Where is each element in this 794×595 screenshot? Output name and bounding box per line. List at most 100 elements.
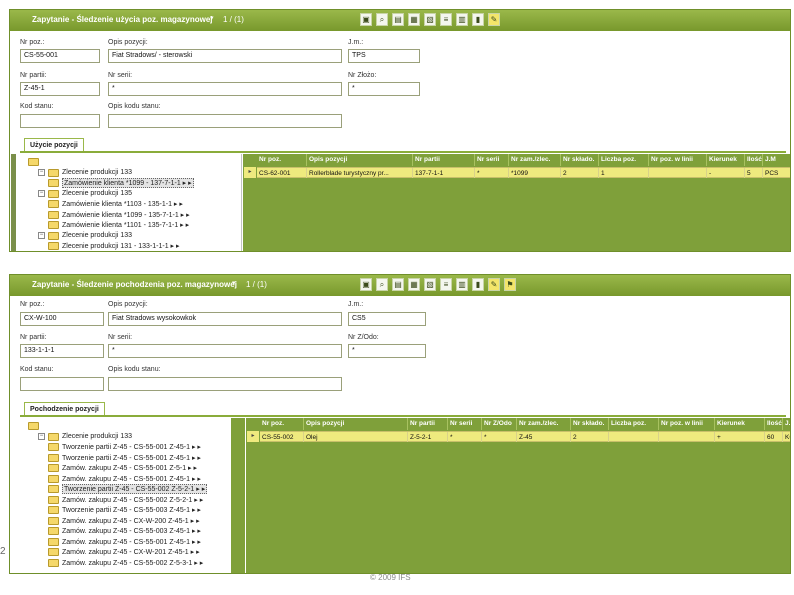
tree-node[interactable]: Zamówienie klienta *1099 - 135-7-1-1 ▸ ▸ <box>48 210 190 220</box>
column-header[interactable]: Liczba poz. <box>609 418 659 430</box>
column-header[interactable]: J.M <box>763 154 790 166</box>
column-header[interactable]: Nr Z/Odo <box>482 418 517 430</box>
tree-node[interactable]: − Zlecenie produkcji 133 <box>38 432 132 442</box>
tree-node[interactable]: Tworzenie partii Z-45 - CS-55-001 Z-45-1… <box>48 442 201 452</box>
column-header[interactable]: Nr składo. <box>571 418 609 430</box>
expand-toggle-icon[interactable]: − <box>38 232 45 239</box>
delete-icon[interactable]: ▦ <box>408 278 420 291</box>
column-header[interactable]: Nr serii <box>475 154 509 166</box>
column-header[interactable]: Nr zam./zlec. <box>509 154 561 166</box>
nr-zlozo-field[interactable]: * <box>348 344 426 358</box>
column-header[interactable]: Nr składo. <box>561 154 599 166</box>
column-header[interactable]: Opis pozycji <box>304 418 408 430</box>
tree-node[interactable]: Zamów. zakupu Z-45 - CS-55-001 Z-5-1 ▸ ▸ <box>48 463 197 473</box>
notes-icon[interactable]: ▮ <box>472 278 484 291</box>
tree-node[interactable]: Zlecenie produkcji 131 - 133-1-1-1 ▸ ▸ <box>48 241 180 251</box>
tree-node[interactable]: − Zlecenie produkcji 135 <box>38 189 132 199</box>
column-header[interactable]: Nr serii <box>448 418 482 430</box>
column-header[interactable]: Nr poz. w linii <box>649 154 707 166</box>
delete-icon[interactable]: ▦ <box>408 13 420 26</box>
usage-tree[interactable]: − Zlecenie produkcji 133 Zamówienie klient… <box>24 154 242 253</box>
column-header[interactable]: Nr poz. <box>260 418 304 430</box>
column-header[interactable]: Nr poz. w linii <box>659 418 715 430</box>
jm-field[interactable]: TPS <box>348 49 420 63</box>
nr-partii-field[interactable]: Z-45-1 <box>20 82 100 96</box>
column-header[interactable]: Liczba poz. <box>599 154 649 166</box>
opis-kodu-stanu-field[interactable] <box>108 377 342 391</box>
grid-icon[interactable]: ▤ <box>392 13 404 26</box>
nr-poz-field[interactable]: CX-W-100 <box>20 312 104 326</box>
document-icon[interactable]: ▧ <box>424 13 436 26</box>
tree-node[interactable] <box>28 421 39 431</box>
tree-node[interactable]: Zamów. zakupu Z-45 - CS-55-002 Z-5-2-1 ▸… <box>48 495 203 505</box>
tree-node[interactable]: − Zlecenie produkcji 133 <box>38 168 132 178</box>
tree-node[interactable]: Zamów. zakupu Z-45 - CX-W-200 Z-45-1 ▸ ▸ <box>48 516 200 526</box>
tab-uzycie-pozycji[interactable]: Użycie pozycji <box>24 138 84 152</box>
column-header[interactable]: Nr zam./zlec. <box>517 418 571 430</box>
save-icon[interactable]: ▣ <box>360 13 372 26</box>
search-icon[interactable]: ⌕ <box>376 13 388 26</box>
left-scrollbar[interactable] <box>11 154 16 251</box>
nr-zlozo-field[interactable]: * <box>348 82 420 96</box>
tree-node[interactable]: Zamów. zakupu Z-45 - CS-55-001 Z-45-1 ▸ … <box>48 537 201 547</box>
tree-node[interactable]: Zamów. zakupu Z-45 - CS-55-003 Z-45-1 ▸ … <box>48 526 201 536</box>
list-icon[interactable]: ≡ <box>440 13 452 26</box>
expand-toggle-icon[interactable]: − <box>38 190 45 197</box>
origin-tree[interactable]: − Zlecenie produkcji 133 Tworzenie partii … <box>24 418 232 573</box>
bookmark-icon[interactable]: ✎ <box>488 278 500 291</box>
tree-node[interactable]: Tworzenie partii Z-45 - CS-55-003 Z-45-1… <box>48 505 201 515</box>
column-header[interactable]: Kierunek <box>715 418 765 430</box>
tab-pochodzenie-pozycji[interactable]: Pochodzenie pozycji <box>24 402 105 416</box>
search-icon[interactable]: ⌕ <box>376 278 388 291</box>
chevron-down-icon[interactable]: ▾ <box>232 279 236 287</box>
column-header[interactable]: Nr partii <box>413 154 475 166</box>
chevron-down-icon[interactable]: ▾ <box>210 14 214 22</box>
table-row[interactable]: CS-62-001 Rollerblade turystyczny pr... 13… <box>257 167 790 178</box>
column-header[interactable]: Nr partii <box>408 418 448 430</box>
tree-node-label: Zamówienie klienta *1103 - 135-1-1 ▸ ▸ <box>62 201 183 208</box>
column-header[interactable]: Ilość <box>765 418 783 430</box>
tree-scrollbar[interactable] <box>231 418 245 573</box>
opis-pozycji-field[interactable]: Fiat Stradows/ - sterowski <box>108 49 342 63</box>
list-icon[interactable]: ≡ <box>440 278 452 291</box>
notes-icon[interactable]: ▮ <box>472 13 484 26</box>
tree-node[interactable]: Tworzenie partii Z-45 - CS-55-002 Z-5-2-… <box>48 484 208 494</box>
tree-node[interactable] <box>28 157 39 167</box>
column-header[interactable]: Opis pozycji <box>307 154 413 166</box>
nr-serii-field[interactable]: * <box>108 82 342 96</box>
kod-stanu-field[interactable] <box>20 114 100 128</box>
tree-node[interactable]: Zamówienie klienta *1099 - 137-7-1-1 ▸ ▸ <box>48 178 194 188</box>
column-header[interactable]: Ilość <box>745 154 763 166</box>
tree-node[interactable]: Zamów. zakupu Z-45 - CS-55-001 Z-45-1 ▸ … <box>48 474 201 484</box>
row-selector-icon[interactable]: ▸ <box>244 167 256 178</box>
tree-node[interactable]: Zamów. zakupu Z-45 - CS-55-002 Z-5-3-1 ▸… <box>48 558 203 568</box>
column-header[interactable]: Nr poz. <box>257 154 307 166</box>
nr-serii-field[interactable]: * <box>108 344 342 358</box>
expand-toggle-icon[interactable]: − <box>38 169 45 176</box>
folder-icon <box>28 422 39 430</box>
row-selector-icon[interactable]: ▸ <box>247 431 259 442</box>
table-icon[interactable]: ▥ <box>456 278 468 291</box>
nr-poz-field[interactable]: CS-55-001 <box>20 49 100 63</box>
grid-icon[interactable]: ▤ <box>392 278 404 291</box>
tree-node[interactable]: Zamówienie klienta *1103 - 135-1-1 ▸ ▸ <box>48 199 183 209</box>
nr-partii-field[interactable]: 133-1-1-1 <box>20 344 104 358</box>
table-icon[interactable]: ▥ <box>456 13 468 26</box>
tree-node[interactable] <box>58 252 69 253</box>
tree-node[interactable]: Zamów. zakupu Z-45 - CX-W-201 Z-45-1 ▸ ▸ <box>48 547 200 557</box>
jm-field[interactable]: CS5 <box>348 312 426 326</box>
flag-icon[interactable]: ⚑ <box>504 278 516 291</box>
tree-node[interactable]: Zamówienie klienta *1101 - 135-7-1-1 ▸ ▸ <box>48 220 189 230</box>
column-header[interactable]: Kierunek <box>707 154 745 166</box>
opis-kodu-stanu-field[interactable] <box>108 114 342 128</box>
tree-node[interactable]: − Zlecenie produkcji 133 <box>38 231 132 241</box>
opis-pozycji-field[interactable]: Fiat Stradows wysokowkok <box>108 312 342 326</box>
table-row[interactable]: CS-55-002OlejZ-5-2-1**Z-452+60KG <box>260 431 790 442</box>
tree-node[interactable]: Tworzenie partii Z-45 - CS-55-001 Z-45-1… <box>48 453 201 463</box>
document-icon[interactable]: ▧ <box>424 278 436 291</box>
column-header[interactable]: J.M <box>783 418 790 430</box>
bookmark-icon[interactable]: ✎ <box>488 13 500 26</box>
kod-stanu-field[interactable] <box>20 377 104 391</box>
save-icon[interactable]: ▣ <box>360 278 372 291</box>
expand-toggle-icon[interactable]: − <box>38 433 45 440</box>
